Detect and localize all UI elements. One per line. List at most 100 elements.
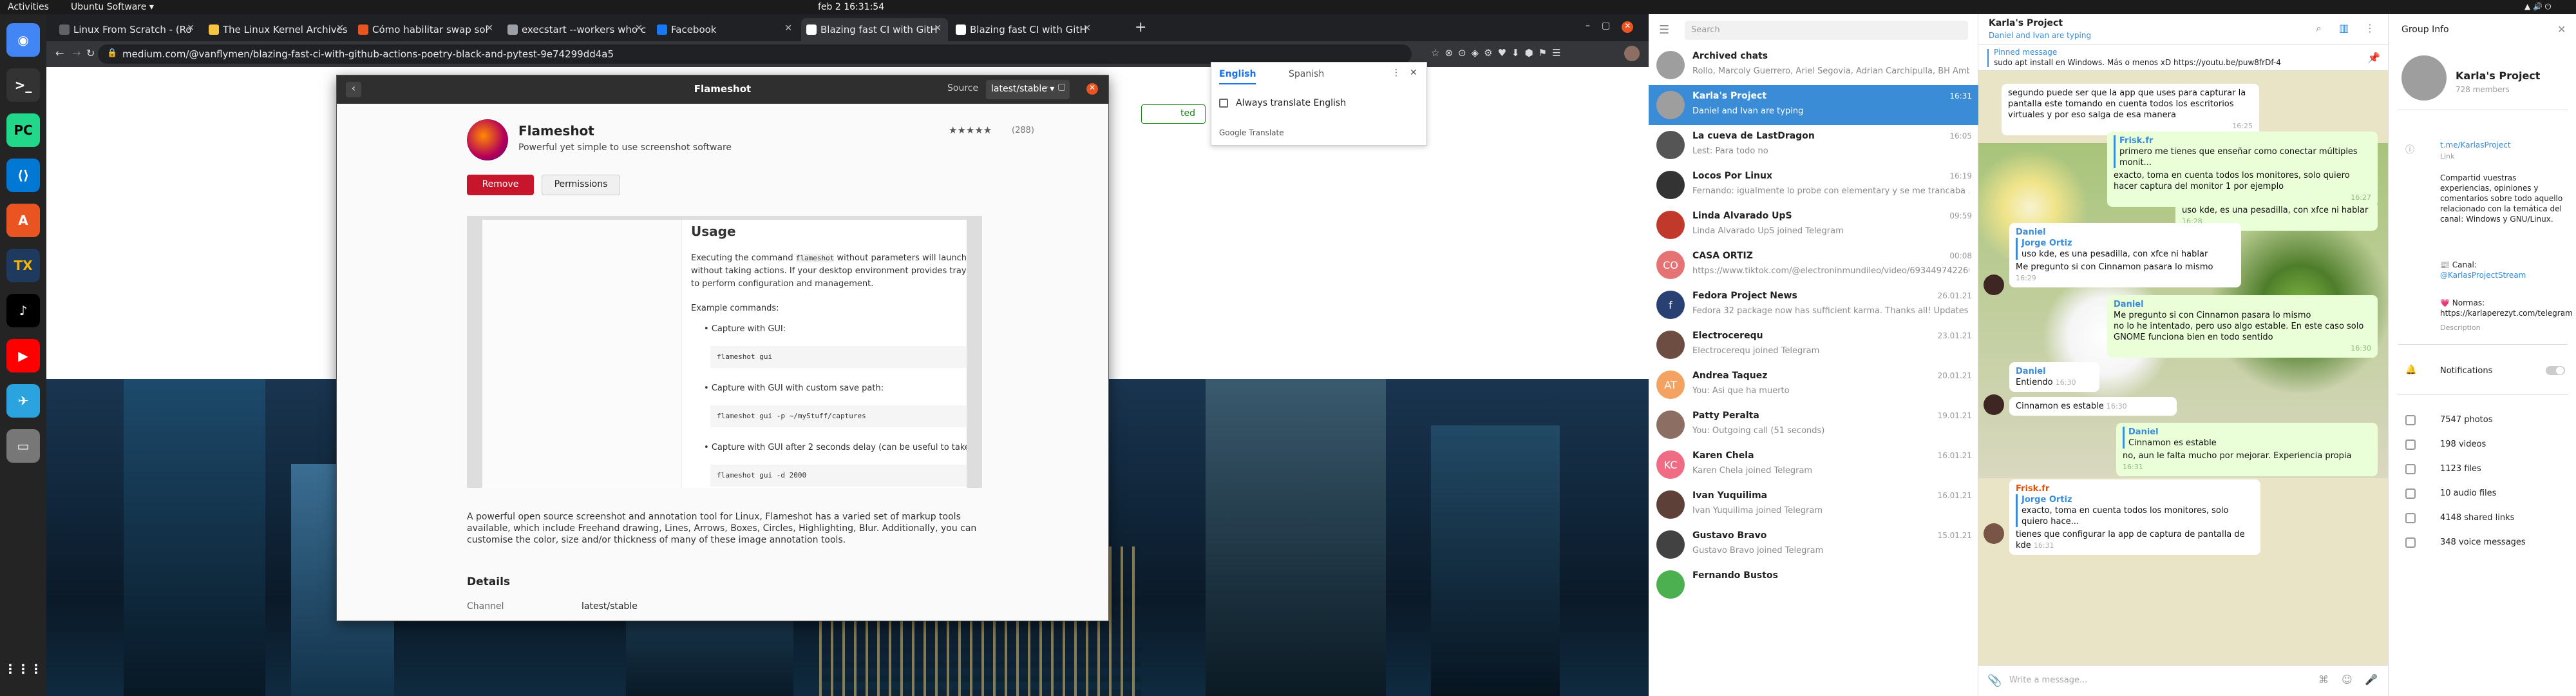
- follow-button[interactable]: ted: [1141, 104, 1206, 124]
- shared-videos[interactable]: 198 videos: [2440, 440, 2486, 449]
- clock[interactable]: feb 2 16:31:54: [818, 2, 884, 12]
- avatar[interactable]: [1984, 394, 2004, 415]
- commands-icon[interactable]: ⌘: [2318, 673, 2329, 686]
- window-controls[interactable]: –▢ ✕: [1586, 21, 1634, 33]
- telegram-icon[interactable]: ✈: [6, 384, 40, 418]
- new-tab-icon[interactable]: +: [1135, 19, 1146, 35]
- emoji-icon[interactable]: ☺: [2342, 673, 2353, 686]
- vscode-icon[interactable]: ⟨⟩: [6, 159, 40, 192]
- pycharm-icon[interactable]: PC: [6, 113, 40, 147]
- message-bubble[interactable]: segundo puede ser que la app que uses pa…: [2002, 84, 2259, 135]
- tiktok-icon[interactable]: ♪: [6, 294, 40, 327]
- shared-audio[interactable]: 10 audio files: [2440, 488, 2496, 498]
- address-bar[interactable]: 🔒 medium.com/@vanflymen/blazing-fast-ci-…: [98, 44, 1412, 64]
- extension-icons[interactable]: ☆⊗⊙◈⚙♥⬇⬢⚑☰: [1431, 47, 1566, 59]
- chat-list-item[interactable]: KC Karen Chela 16.01.21 Karen Chela joined …: [1649, 445, 1978, 485]
- always-translate-checkbox[interactable]: [1219, 99, 1228, 108]
- message-bubble[interactable]: Daniel Me pregunto si con Cinnamon pasara…: [2107, 295, 2378, 358]
- microphone-icon[interactable]: 🎤: [2365, 673, 2378, 686]
- reload-icon[interactable]: ↻: [86, 47, 95, 59]
- close-icon[interactable]: ✕: [635, 23, 643, 34]
- close-icon[interactable]: ✕: [1083, 23, 1091, 34]
- message-bubble[interactable]: Daniel Entiendo 16:30: [2009, 362, 2099, 392]
- rating-count[interactable]: (288): [1012, 126, 1034, 135]
- chat-list-item[interactable]: La cueva de LastDragon 16:05 Lest: Para to…: [1649, 125, 1978, 165]
- chat-list-item[interactable]: Karla's Project 16:31 Daniel and Ivan are …: [1649, 85, 1978, 125]
- message-bubble[interactable]: Daniel Cinnamon es estable no, aun le falt…: [2116, 423, 2378, 476]
- hamburger-menu-icon[interactable]: ☰: [1659, 23, 1669, 37]
- shared-links[interactable]: 4148 shared links: [2440, 513, 2514, 523]
- close-icon[interactable]: ✕: [187, 23, 194, 34]
- notifications-toggle[interactable]: [2546, 366, 2565, 375]
- close-icon[interactable]: ✕: [486, 23, 493, 34]
- profile-avatar[interactable]: [1624, 46, 1640, 61]
- texstudio-icon[interactable]: TX: [6, 249, 40, 282]
- voice-messages[interactable]: 348 voice messages: [2440, 537, 2526, 547]
- avatar[interactable]: [1984, 523, 2004, 544]
- tab-blazing-fast-ci[interactable]: Blazing fast CI with GitH ✕: [951, 18, 1097, 41]
- drive-icon[interactable]: ▭: [6, 429, 40, 463]
- chat-list-item[interactable]: Gustavo Bravo 15.01.21 Gustavo Bravo joine…: [1649, 525, 1978, 565]
- chat-list-item[interactable]: Electrocerequ 23.01.21 Electrocerequ joine…: [1649, 325, 1978, 365]
- shared-files[interactable]: 1123 files: [2440, 464, 2481, 474]
- chat-list-item[interactable]: Patty Peralta 19.01.21 You: Outgoing call …: [1649, 405, 1978, 445]
- message-bubble[interactable]: Frisk.fr primero me tienes que enseñar co…: [2107, 131, 2378, 207]
- tab-execstart[interactable]: execstart --workers who c ✕: [502, 18, 649, 41]
- pinned-message[interactable]: Pinned message sudo apt install en Windo…: [1978, 45, 2388, 71]
- system-tray-icons[interactable]: ▲ 🔊 ⏻: [2524, 2, 2551, 12]
- more-icon[interactable]: ⋮: [2365, 22, 2375, 34]
- youtube-icon[interactable]: ▶: [6, 339, 40, 372]
- avatar: [1656, 211, 1685, 239]
- permissions-button[interactable]: Permissions: [542, 175, 620, 195]
- avatar[interactable]: [1984, 275, 2004, 295]
- group-link[interactable]: t.me/KarlasProject: [2440, 140, 2511, 150]
- search-icon[interactable]: ⌕: [2316, 22, 2322, 35]
- chat-list-item[interactable]: f Fedora Project News 26.01.21 Fedora 32 pa…: [1649, 285, 1978, 325]
- chat-title[interactable]: Karla's Project: [1989, 18, 2063, 28]
- close-icon[interactable]: ✕: [934, 23, 942, 34]
- show-apps-icon[interactable]: ⋮⋮⋮: [4, 652, 43, 686]
- close-icon[interactable]: ✕: [336, 23, 344, 34]
- attach-icon[interactable]: 📎: [1987, 674, 2002, 688]
- close-icon[interactable]: ✕: [1086, 83, 1098, 95]
- remove-button[interactable]: Remove: [467, 175, 534, 195]
- pin-icon[interactable]: 📌: [2367, 52, 2380, 64]
- search-input[interactable]: Search: [1685, 21, 1968, 40]
- sidebar-toggle-icon[interactable]: ▥: [2339, 22, 2349, 34]
- app-menu[interactable]: Ubuntu Software ▾: [71, 2, 154, 12]
- terminal-icon[interactable]: >_: [6, 68, 40, 102]
- back-icon[interactable]: ←: [55, 47, 64, 59]
- tab-linux-from-scratch[interactable]: Linux From Scratch - (Ro ✕: [54, 18, 201, 41]
- chat-list-item[interactable]: CO CASA ORTIZ 00:08 https://www.tiktok.com/…: [1649, 245, 1978, 285]
- tab-english[interactable]: English: [1219, 69, 1256, 84]
- group-avatar[interactable]: [2401, 55, 2447, 101]
- chat-list-item[interactable]: Ivan Yuquilima 16.01.21 Ivan Yuquilima joi…: [1649, 485, 1978, 525]
- message-bubble[interactable]: Cinnamon es estable 16:30: [2009, 397, 2177, 416]
- close-icon[interactable]: ✕: [1410, 68, 1417, 78]
- chat-list-item[interactable]: AT Andrea Taquez 20.01.21 You: Asi que ha m…: [1649, 365, 1978, 405]
- chat-list-item[interactable]: Fernando Bustos: [1649, 565, 1978, 604]
- screenshot-carousel[interactable]: Usage Executing the command flameshot wi…: [467, 216, 982, 488]
- chat-list-item[interactable]: Linda Alvarado UpS 09:59 Linda Alvarado Up…: [1649, 205, 1978, 245]
- forward-icon[interactable]: →: [72, 47, 80, 59]
- rules-link[interactable]: 💗 Normas: https://karlaperezyt.com/teleg…: [2440, 298, 2573, 318]
- tab-facebook[interactable]: Facebook ✕: [652, 18, 799, 41]
- activities-button[interactable]: Activities: [8, 2, 49, 12]
- tab-swap[interactable]: Cómo habilitar swap sol ✕: [353, 18, 500, 41]
- shared-photos[interactable]: 7547 photos: [2440, 415, 2493, 425]
- canal-handle[interactable]: @KarlasProjectStream: [2440, 271, 2526, 280]
- message-bubble[interactable]: Frisk.fr Jorge Ortiz exacto, toma en cuent…: [2009, 479, 2260, 555]
- window-controls[interactable]: –▢: [1044, 82, 1075, 92]
- chrome-icon[interactable]: ◉: [6, 23, 40, 57]
- message-bubble[interactable]: Daniel Jorge Ortiz uso kde, es una pesadil…: [2009, 223, 2241, 287]
- more-icon[interactable]: ⋮: [1392, 68, 1401, 78]
- close-icon[interactable]: ✕: [2557, 23, 2566, 35]
- tab-blazing-fast-ci-active[interactable]: Blazing fast CI with GitH ✕: [801, 18, 948, 41]
- tab-kernel-archives[interactable]: The Linux Kernel Archives ✕: [204, 18, 350, 41]
- close-icon[interactable]: ✕: [784, 23, 792, 34]
- tab-spanish[interactable]: Spanish: [1289, 69, 1324, 79]
- ubuntu-software-icon[interactable]: A: [6, 204, 40, 237]
- chat-list-item[interactable]: Locos Por Linux 16:19 Fernando: igualmente…: [1649, 165, 1978, 205]
- chat-list-item[interactable]: Archived chats Rollo, Marcoly Guerrero, A…: [1649, 45, 1978, 85]
- message-input[interactable]: Write a message...: [2009, 675, 2087, 685]
